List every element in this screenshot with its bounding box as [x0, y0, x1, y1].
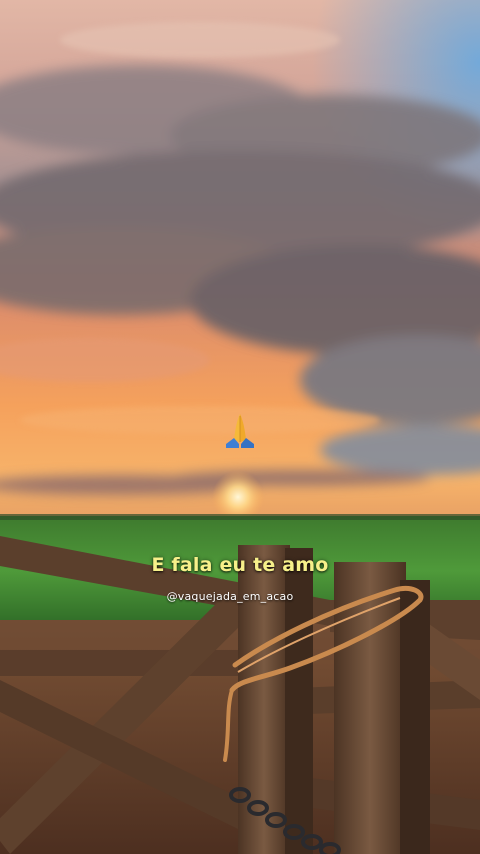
- creator-handle: @vaquejada_em_acao: [166, 590, 294, 603]
- caption-text: E fala eu te amo: [151, 554, 329, 576]
- praying-hands-icon: [222, 410, 258, 450]
- video-frame: E fala eu te amo @vaquejada_em_acao: [0, 0, 480, 854]
